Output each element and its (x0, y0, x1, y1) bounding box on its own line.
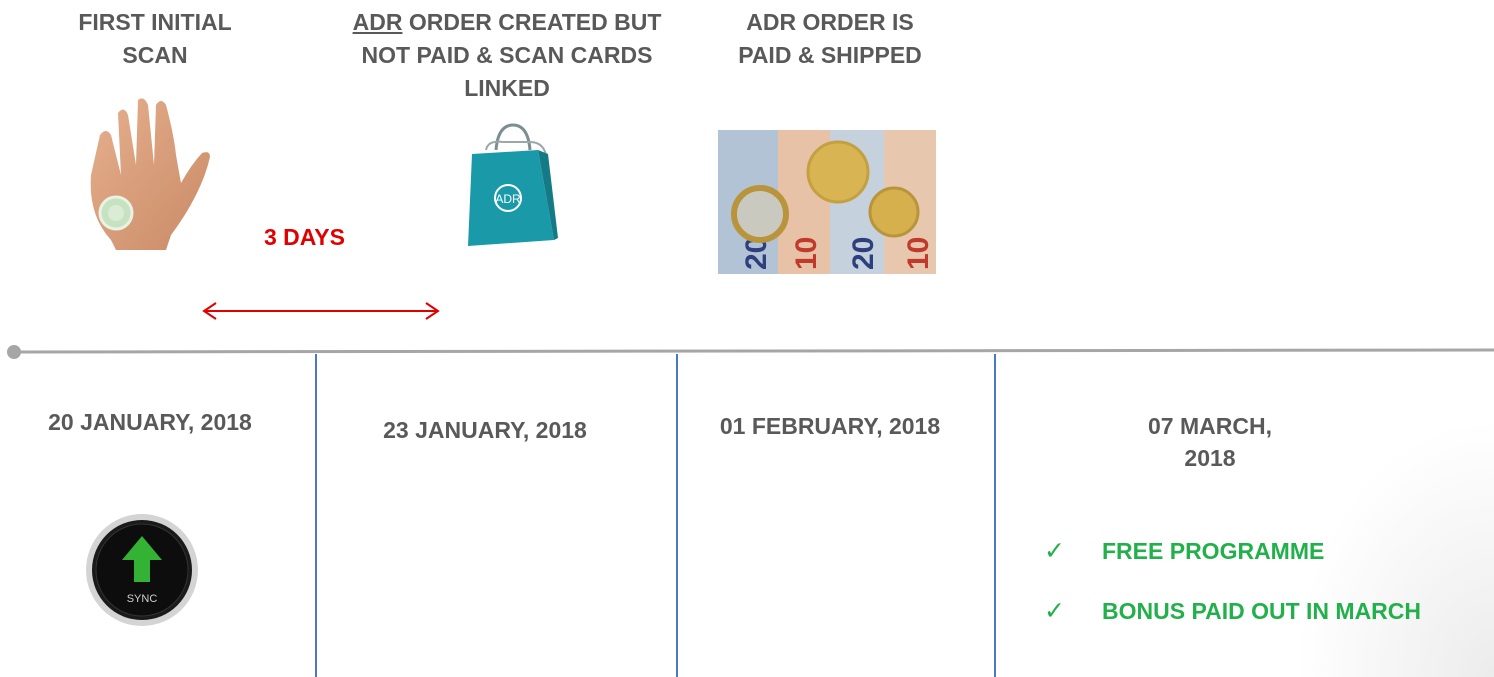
milestone-4-date: 07 MARCH, 2018 (1110, 410, 1310, 474)
milestone-3-header: ADR ORDER IS PAID & SHIPPED (700, 6, 960, 72)
sync-button-icon: SYNC (82, 510, 202, 630)
interval-arrow (202, 302, 440, 320)
divider-3 (994, 354, 996, 677)
interval-label: 3 DAYS (264, 224, 345, 250)
milestone-1-header: FIRST INITIAL SCAN (30, 6, 280, 72)
header-text: ORDER CREATED BUT (402, 9, 662, 35)
header-line: PAID & SHIPPED (738, 42, 922, 68)
milestone-2-header: ADR ORDER CREATED BUT NOT PAID & SCAN CA… (322, 6, 692, 105)
shopping-bag-icon: ADR (468, 120, 558, 250)
bag-logo-text: ADR (495, 192, 521, 206)
timeline (7, 345, 1494, 359)
header-line: NOT PAID & SCAN CARDS (361, 42, 653, 68)
date-line: 07 MARCH, (1148, 413, 1272, 439)
header-line: FIRST INITIAL (78, 9, 232, 35)
checkmark-icon: ✓ (1044, 537, 1065, 565)
hand-scan-icon (66, 95, 216, 250)
date-line: 2018 (1184, 445, 1236, 471)
milestone-1-date: 20 JANUARY, 2018 (48, 409, 252, 435)
checkmark-icon: ✓ (1044, 597, 1065, 625)
checklist-text: FREE PROGRAMME (1102, 537, 1325, 564)
header-line: SCAN (122, 42, 188, 68)
checklist-item: ✓ FREE PROGRAMME (1044, 536, 1324, 566)
adr-underlined: ADR (352, 9, 403, 35)
divider-1 (315, 354, 317, 677)
svg-text:10: 10 (902, 237, 935, 270)
header-line: ADR ORDER IS (746, 9, 914, 35)
divider-2 (676, 354, 678, 677)
sync-label: SYNC (127, 593, 158, 605)
header-line: ADR ORDER CREATED BUT (322, 6, 692, 39)
milestone-3-date: 01 FEBRUARY, 2018 (719, 413, 941, 439)
euro-money-icon: 20 10 20 10 (718, 130, 936, 274)
svg-text:20: 20 (847, 237, 880, 270)
header-line: LINKED (464, 75, 550, 101)
milestone-2-date: 23 JANUARY, 2018 (383, 417, 587, 443)
svg-text:10: 10 (790, 237, 823, 270)
checklist-text: BONUS PAID OUT IN MARCH (1102, 597, 1422, 624)
checklist-item: ✓ BONUS PAID OUT IN MARCH (1044, 596, 1421, 626)
